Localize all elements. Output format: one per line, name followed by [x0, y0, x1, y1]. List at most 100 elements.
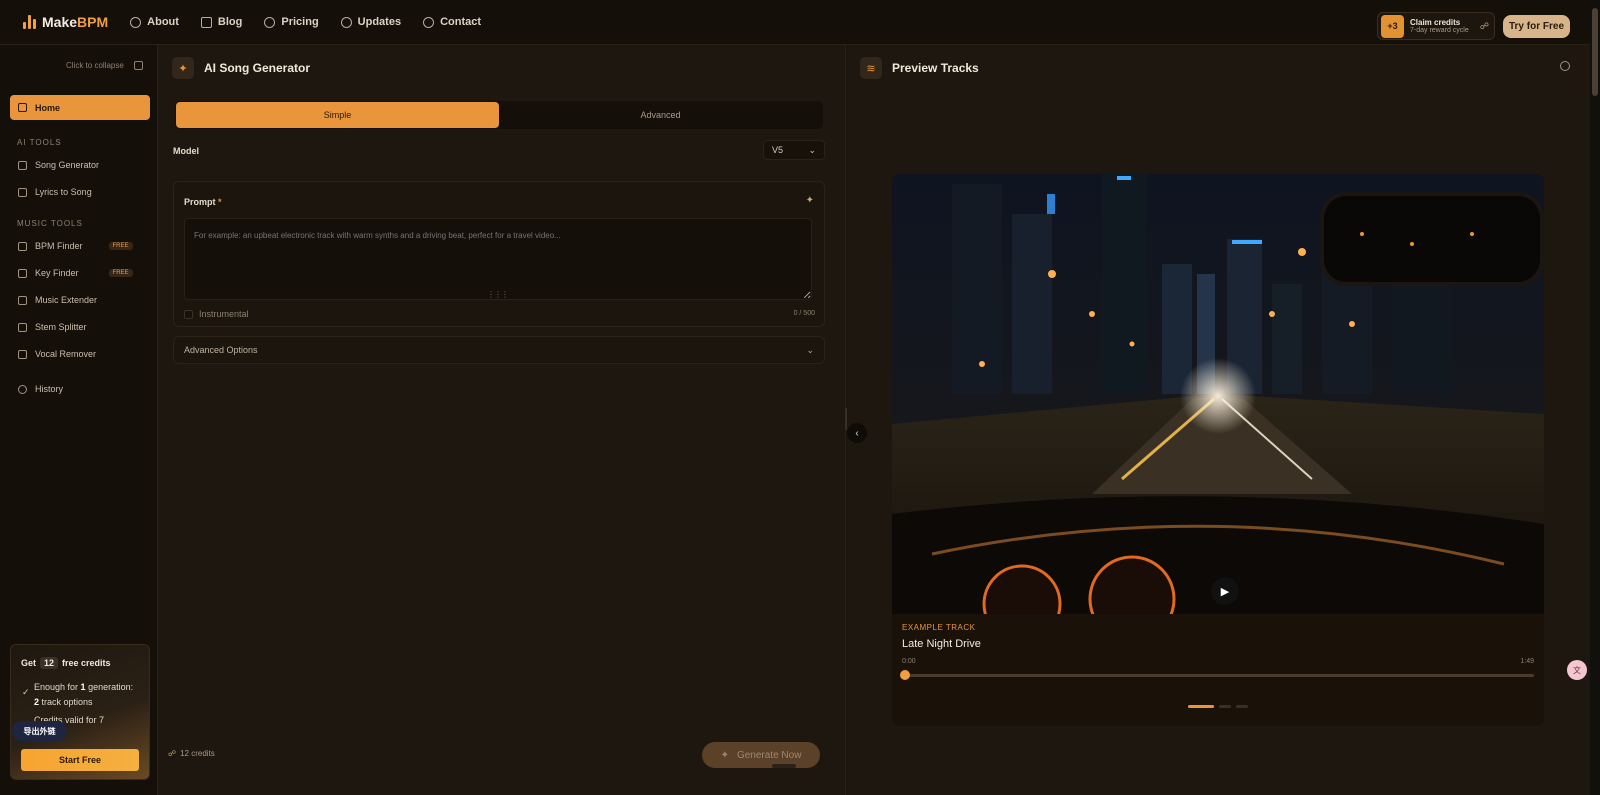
credits-balance: ☍ 12 credits	[168, 749, 215, 758]
claim-credits-button[interactable]: +3 Claim credits 7-day reward cycle ☍	[1377, 12, 1495, 40]
book-icon	[200, 16, 212, 28]
section-music-tools: MUSIC TOOLS	[17, 219, 83, 228]
music-note-icon	[18, 160, 27, 170]
logo-icon	[23, 15, 36, 29]
lyrics-icon	[18, 187, 27, 197]
track-meta: EXAMPLE TRACK Late Night Drive 0:00 1:49	[892, 614, 1544, 726]
gauge-icon	[18, 241, 27, 251]
history-icon	[340, 16, 352, 28]
carousel-dot[interactable]	[1236, 705, 1248, 708]
coin-icon	[264, 16, 276, 28]
sidebar-item-stem-splitter[interactable]: Stem Splitter	[18, 322, 87, 332]
sidebar-item-song-generator[interactable]: Song Generator	[18, 160, 99, 170]
collapse-sidebar-button[interactable]: Click to collapse	[66, 61, 143, 70]
claim-title: Claim credits	[1410, 18, 1461, 27]
sidebar-item-lyrics-to-song[interactable]: Lyrics to Song	[18, 187, 92, 197]
carousel-prev-button[interactable]: ‹	[847, 423, 867, 443]
preview-panel: ≋ Preview Tracks ‹ ›	[847, 45, 1590, 795]
carousel-dot[interactable]	[1219, 705, 1231, 708]
time-duration: 1:49	[1520, 658, 1534, 665]
generator-panel: ✦ AI Song Generator Simple Advanced Mode…	[158, 45, 846, 795]
model-select[interactable]: V5 ⌄	[763, 140, 825, 160]
track-eyebrow: EXAMPLE TRACK	[902, 623, 976, 632]
nav-pricing[interactable]: Pricing	[264, 16, 319, 28]
claim-subtitle: 7-day reward cycle	[1410, 27, 1469, 34]
home-icon	[18, 103, 27, 112]
tag-icon: ☍	[168, 749, 177, 758]
nav-contact[interactable]: Contact	[423, 16, 481, 28]
nav-updates[interactable]: Updates	[340, 16, 401, 28]
magic-wand-icon[interactable]: ✦	[806, 195, 814, 206]
sidebar-item-home[interactable]: Home	[10, 95, 150, 120]
carousel-dot[interactable]	[1188, 705, 1214, 708]
main-nav: About Blog Pricing Updates Contact	[130, 16, 481, 28]
start-free-button[interactable]: Start Free	[21, 749, 139, 771]
prompt-input[interactable]	[184, 218, 812, 300]
claim-badge: +3	[1381, 14, 1404, 38]
free-badge: FREE	[108, 269, 133, 277]
microphone-icon	[18, 349, 27, 359]
generator-header: ✦ AI Song Generator	[172, 57, 310, 79]
logo-text: MakeBPM	[42, 14, 109, 30]
sidebar-item-vocal-remover[interactable]: Vocal Remover	[18, 349, 96, 359]
advanced-options-toggle[interactable]: Advanced Options ⌄	[173, 336, 825, 364]
prompt-card: Prompt * ✦ ⋮⋮⋮ Instrumental 0 / 500	[173, 181, 825, 327]
sidebar: Click to collapse Home AI TOOLS Song Gen…	[0, 45, 158, 795]
magic-wand-icon: ✦	[172, 57, 194, 79]
scrollbar-thumb[interactable]	[1592, 8, 1598, 96]
carousel-dots	[1188, 705, 1248, 708]
instrumental-checkbox[interactable]	[184, 309, 193, 319]
extend-icon	[18, 295, 27, 305]
waveform-icon	[18, 322, 27, 332]
tab-advanced[interactable]: Advanced	[499, 102, 822, 128]
track-title: Late Night Drive	[902, 638, 981, 650]
free-badge: FREE	[108, 242, 133, 250]
mode-switch: Simple Advanced	[175, 101, 823, 129]
chevron-down-icon: ⌄	[806, 344, 814, 355]
model-label: Model	[173, 146, 199, 156]
resize-grip-icon[interactable]: ⋮⋮⋮	[487, 290, 509, 299]
page-scrollbar[interactable]	[1590, 0, 1600, 795]
preview-header: ≋ Preview Tracks	[860, 57, 979, 79]
sidebar-item-bpm-finder[interactable]: BPM Finder FREE	[18, 241, 133, 251]
waveform-icon: ≋	[860, 57, 882, 79]
time-elapsed: 0:00	[902, 658, 916, 665]
magic-wand-icon: ✦	[720, 749, 729, 761]
page-title: AI Song Generator	[204, 61, 311, 75]
prompt-label: Prompt *	[184, 197, 222, 207]
promo-generation-info: Enough for 1 generation: 2 track options	[34, 682, 134, 707]
progress-knob[interactable]	[900, 670, 910, 680]
promo-heading: Get 12 free credits	[21, 657, 111, 669]
free-credits-promo: Get 12 free credits ✓ Enough for 1 gener…	[10, 644, 150, 780]
key-icon	[18, 268, 27, 278]
nav-blog[interactable]: Blog	[200, 16, 242, 28]
track-cover-image	[892, 174, 1544, 614]
info-icon	[130, 16, 142, 28]
try-for-free-button[interactable]: Try for Free	[1503, 15, 1570, 38]
preview-title: Preview Tracks	[892, 61, 979, 75]
check-icon: ✓	[22, 687, 30, 697]
top-bar: MakeBPM About Blog Pricing Updates Conta…	[0, 0, 1590, 45]
chevron-down-icon: ⌄	[808, 144, 816, 155]
progress-bar[interactable]	[900, 670, 1534, 680]
generate-now-button[interactable]: ✦ Generate Now	[702, 742, 820, 768]
translate-icon[interactable]: 文	[1567, 660, 1587, 680]
history-icon[interactable]	[1560, 61, 1570, 71]
sidebar-toggle-icon	[133, 61, 143, 70]
instrumental-toggle[interactable]: Instrumental	[184, 309, 249, 319]
tag-icon: ☍	[1479, 21, 1489, 31]
logo[interactable]: MakeBPM	[23, 14, 108, 30]
nav-about[interactable]: About	[130, 16, 179, 28]
history-icon	[18, 384, 27, 394]
help-icon	[423, 16, 435, 28]
sidebar-item-music-extender[interactable]: Music Extender	[18, 295, 97, 305]
character-counter: 0 / 500	[793, 310, 815, 317]
tab-simple[interactable]: Simple	[176, 102, 499, 128]
section-ai-tools: AI TOOLS	[17, 138, 62, 147]
scroll-indicator	[772, 764, 796, 768]
sidebar-item-key-finder[interactable]: Key Finder FREE	[18, 268, 133, 278]
sidebar-item-history[interactable]: History	[18, 384, 63, 394]
play-button[interactable]: ▶	[1211, 577, 1239, 605]
export-link-button[interactable]: 导出外链	[12, 721, 67, 741]
track-card: ▶ EXAMPLE TRACK Late Night Drive 0:00 1:…	[892, 174, 1544, 726]
